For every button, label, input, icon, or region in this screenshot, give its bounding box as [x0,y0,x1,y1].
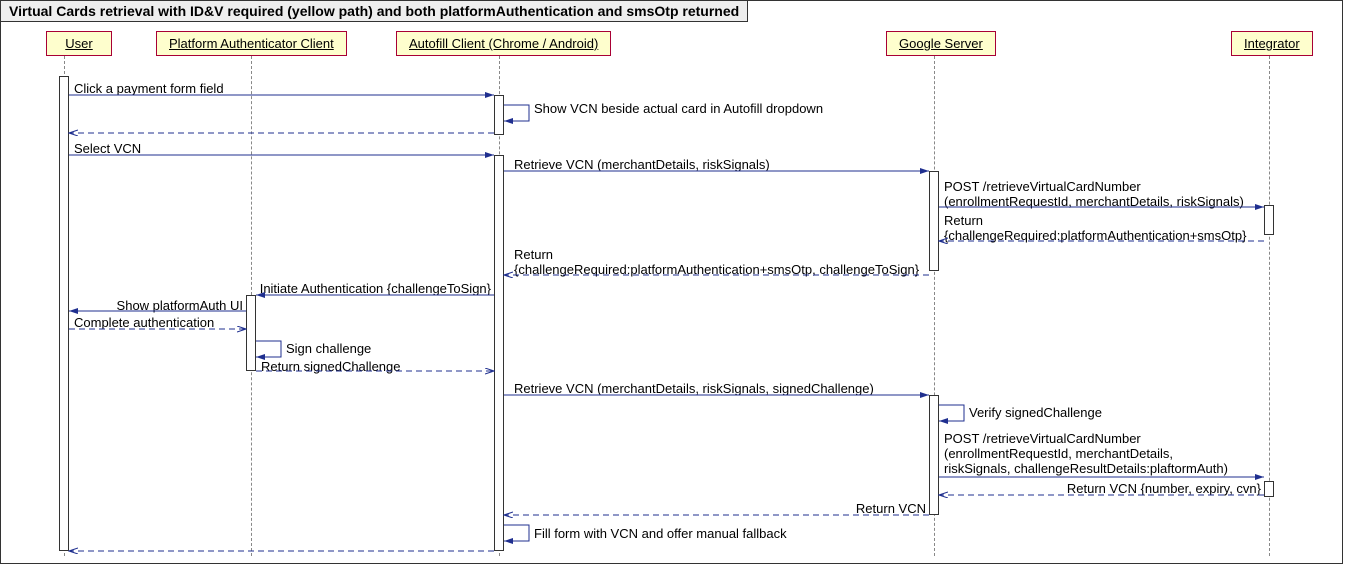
msg-post-retrieve-2a: POST /retrieveVirtualCardNumber [944,431,1141,446]
activation-integrator-2 [1264,481,1274,497]
activation-google-1 [929,171,939,271]
activation-google-2 [929,395,939,515]
msg-complete-auth: Complete authentication [74,315,214,330]
msg-return-challenge-goog-a: Return [514,247,553,262]
msg-return-signed: Return signedChallenge [261,359,400,374]
msg-verify-signed: Verify signedChallenge [969,405,1102,420]
msg-show-platform-ui: Show platformAuth UI [71,298,243,313]
msg-post-retrieve-2b: (enrollmentRequestId, merchantDetails, [944,446,1173,461]
activation-autofill-1 [494,95,504,135]
msg-return-challenge-int-b: {challengeRequired:platformAuthenticatio… [944,228,1246,243]
msg-return-challenge-int-a: Return [944,213,983,228]
msg-show-vcn-dropdown: Show VCN beside actual card in Autofill … [534,101,823,116]
actor-user: User [46,31,112,56]
msg-fill-form: Fill form with VCN and offer manual fall… [534,526,787,541]
diagram-title: Virtual Cards retrieval with ID&V requir… [1,1,748,22]
sequence-diagram-frame: Virtual Cards retrieval with ID&V requir… [0,0,1343,564]
msg-sign-challenge: Sign challenge [286,341,371,356]
activation-user [59,76,69,551]
msg-click-field: Click a payment form field [74,81,224,96]
actor-pac: Platform Authenticator Client [156,31,347,56]
msg-return-vcn-int: Return VCN {number, expiry, cvn} [1041,481,1261,496]
msg-select-vcn: Select VCN [74,141,141,156]
msg-initiate-auth: Initiate Authentication {challengeToSign… [259,281,491,296]
activation-pac [246,295,256,371]
msg-post-retrieve-1a: POST /retrieveVirtualCardNumber [944,179,1141,194]
msg-retrieve-vcn-2: Retrieve VCN (merchantDetails, riskSigna… [514,381,874,396]
msg-post-retrieve-1b: (enrollmentRequestId, merchantDetails, r… [944,194,1244,209]
actor-integrator: Integrator [1231,31,1313,56]
msg-return-challenge-goog-b: {challengeRequired:platformAuthenticatio… [514,262,919,277]
msg-post-retrieve-2c: riskSignals, challengeResultDetails:plaf… [944,461,1228,476]
actor-google: Google Server [886,31,996,56]
activation-autofill-2 [494,155,504,551]
actor-autofill: Autofill Client (Chrome / Android) [396,31,611,56]
msg-retrieve-vcn-1: Retrieve VCN (merchantDetails, riskSigna… [514,157,770,172]
activation-integrator-1 [1264,205,1274,235]
msg-return-vcn-goog: Return VCN [821,501,926,516]
